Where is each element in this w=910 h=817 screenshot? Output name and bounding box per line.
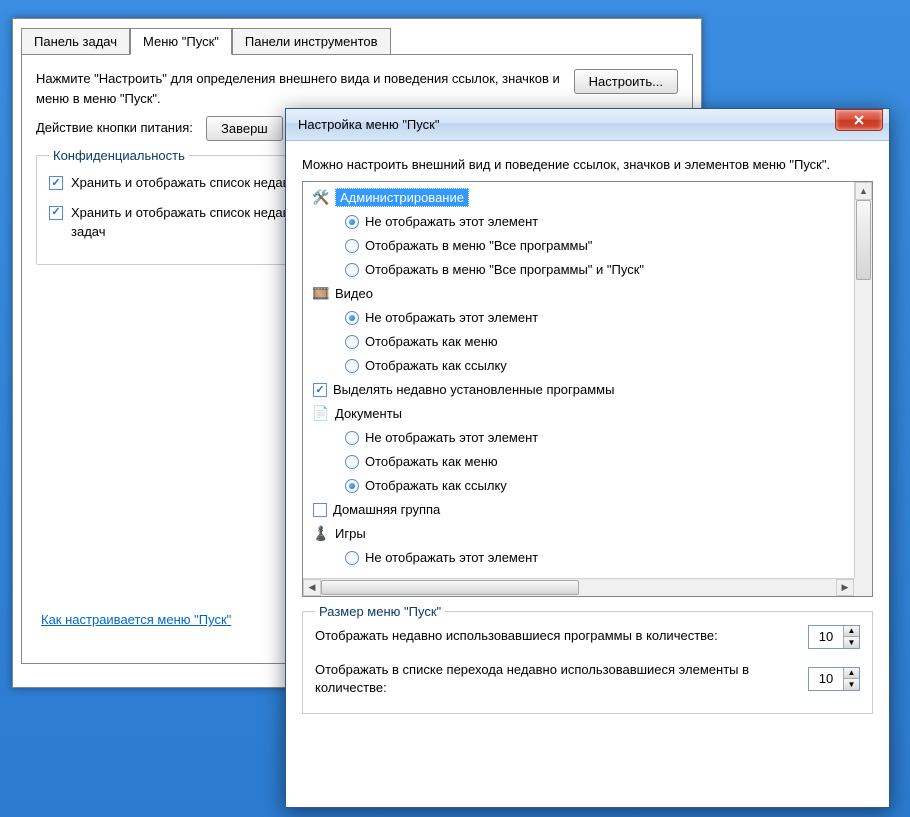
option-label: Не отображать этот элемент	[365, 214, 538, 229]
close-icon	[853, 115, 865, 125]
tree-group-video[interactable]: 🎞️ Видео	[305, 282, 852, 306]
option-label: Не отображать этот элемент	[365, 430, 538, 445]
scroll-track[interactable]	[855, 200, 872, 578]
tree-homegroup[interactable]: Домашняя группа	[305, 498, 852, 522]
option-label: Отображать как меню	[365, 454, 498, 469]
tree-highlight-new[interactable]: ✓ Выделять недавно установленные програм…	[305, 378, 852, 402]
vertical-scrollbar[interactable]: ▲ ▼	[854, 182, 872, 596]
option-label: Не отображать этот элемент	[365, 550, 538, 565]
option-label: Отображать как меню	[365, 334, 498, 349]
video-option-link[interactable]: Отображать как ссылку	[305, 354, 852, 378]
jumplist-items-spinner[interactable]: 10 ▲ ▼	[808, 667, 860, 691]
tree-homegroup-label: Домашняя группа	[333, 502, 440, 517]
option-label: Не отображать этот элемент	[365, 310, 538, 325]
option-label: Отображать в меню "Все программы" и "Пус…	[365, 262, 644, 277]
radio-icon[interactable]	[345, 359, 359, 373]
privacy-items-checkbox[interactable]: ✓	[49, 206, 63, 220]
games-option-hide[interactable]: Не отображать этот элемент	[305, 546, 852, 570]
recent-programs-value[interactable]: 10	[809, 626, 843, 648]
spinner-up[interactable]: ▲	[843, 626, 859, 638]
tab-toolbars[interactable]: Панели инструментов	[232, 28, 391, 55]
horizontal-scrollbar[interactable]: ◀ ▶	[303, 578, 854, 596]
scroll-up-arrow[interactable]: ▲	[855, 182, 872, 200]
tab-start-menu[interactable]: Меню "Пуск"	[130, 28, 232, 55]
customize-start-menu-dialog: Настройка меню "Пуск" Можно настроить вн…	[285, 108, 890, 808]
docs-option-menu[interactable]: Отображать как меню	[305, 450, 852, 474]
radio-icon[interactable]	[345, 455, 359, 469]
tree-group-documents-label: Документы	[335, 406, 402, 421]
video-option-hide[interactable]: Не отображать этот элемент	[305, 306, 852, 330]
tree-group-documents[interactable]: 📄 Документы	[305, 402, 852, 426]
titlebar: Настройка меню "Пуск"	[286, 109, 889, 141]
start-menu-size-group: Размер меню "Пуск" Отображать недавно ис…	[302, 611, 873, 714]
radio-icon[interactable]	[345, 263, 359, 277]
tree-inner[interactable]: 🛠️ Администрирование Не отображать этот …	[303, 182, 854, 596]
dialog-title: Настройка меню "Пуск"	[298, 117, 439, 132]
docs-option-link[interactable]: Отображать как ссылку	[305, 474, 852, 498]
radio-icon[interactable]	[345, 479, 359, 493]
customize-description: Нажмите "Настроить" для определения внеш…	[36, 69, 564, 108]
scrollbar-corner	[854, 578, 872, 596]
admin-option-all-and-start[interactable]: Отображать в меню "Все программы" и "Пус…	[305, 258, 852, 282]
power-action-dropdown[interactable]: Заверш	[206, 116, 283, 141]
dialog-body: Можно настроить внешний вид и поведение …	[286, 141, 889, 728]
scroll-left-arrow[interactable]: ◀	[303, 579, 321, 596]
admin-icon: 🛠️	[313, 190, 329, 206]
radio-icon[interactable]	[345, 335, 359, 349]
tree-group-admin-label: Администрирование	[335, 188, 469, 207]
privacy-programs-checkbox[interactable]: ✓	[49, 176, 63, 190]
admin-option-all-programs[interactable]: Отображать в меню "Все программы"	[305, 234, 852, 258]
video-option-menu[interactable]: Отображать как меню	[305, 330, 852, 354]
tree-group-games-label: Игры	[335, 526, 366, 541]
spinner-up[interactable]: ▲	[843, 668, 859, 680]
close-button[interactable]	[835, 109, 883, 131]
power-action-label: Действие кнопки питания:	[36, 119, 196, 137]
hscroll-track[interactable]	[321, 579, 836, 596]
option-label: Отображать как ссылку	[365, 478, 507, 493]
admin-option-hide[interactable]: Не отображать этот элемент	[305, 210, 852, 234]
help-link[interactable]: Как настраивается меню "Пуск"	[41, 612, 231, 627]
options-tree: 🛠️ Администрирование Не отображать этот …	[302, 181, 873, 597]
radio-icon[interactable]	[345, 551, 359, 565]
scroll-right-arrow[interactable]: ▶	[836, 579, 854, 596]
spinner-down[interactable]: ▼	[843, 637, 859, 648]
games-icon: ♟️	[313, 526, 329, 542]
tab-strip: Панель задач Меню "Пуск" Панели инструме…	[13, 19, 701, 54]
radio-icon[interactable]	[345, 239, 359, 253]
option-label: Выделять недавно установленные программы	[333, 382, 614, 397]
scroll-thumb[interactable]	[856, 200, 871, 280]
tree-group-games[interactable]: ♟️ Игры	[305, 522, 852, 546]
intro-text: Можно настроить внешний вид и поведение …	[302, 155, 873, 175]
recent-programs-label: Отображать недавно использовавшиеся прог…	[315, 627, 796, 645]
tree-group-video-label: Видео	[335, 286, 373, 301]
spinner-down[interactable]: ▼	[843, 679, 859, 690]
video-icon: 🎞️	[313, 286, 329, 302]
radio-icon[interactable]	[345, 431, 359, 445]
option-label: Отображать как ссылку	[365, 358, 507, 373]
jumplist-items-value[interactable]: 10	[809, 668, 843, 690]
tab-taskbar[interactable]: Панель задач	[21, 28, 130, 55]
customize-button[interactable]: Настроить...	[574, 69, 678, 94]
checkbox-icon[interactable]: ✓	[313, 383, 327, 397]
size-group-title: Размер меню "Пуск"	[315, 604, 445, 619]
documents-icon: 📄	[313, 406, 329, 422]
hscroll-thumb[interactable]	[321, 580, 579, 595]
option-label: Отображать в меню "Все программы"	[365, 238, 592, 253]
radio-icon[interactable]	[345, 311, 359, 325]
docs-option-hide[interactable]: Не отображать этот элемент	[305, 426, 852, 450]
tree-group-admin[interactable]: 🛠️ Администрирование	[305, 186, 852, 210]
privacy-title: Конфиденциальность	[49, 148, 189, 163]
jumplist-items-label: Отображать в списке перехода недавно исп…	[315, 661, 796, 697]
recent-programs-spinner[interactable]: 10 ▲ ▼	[808, 625, 860, 649]
radio-icon[interactable]	[345, 215, 359, 229]
checkbox-icon[interactable]	[313, 503, 327, 517]
